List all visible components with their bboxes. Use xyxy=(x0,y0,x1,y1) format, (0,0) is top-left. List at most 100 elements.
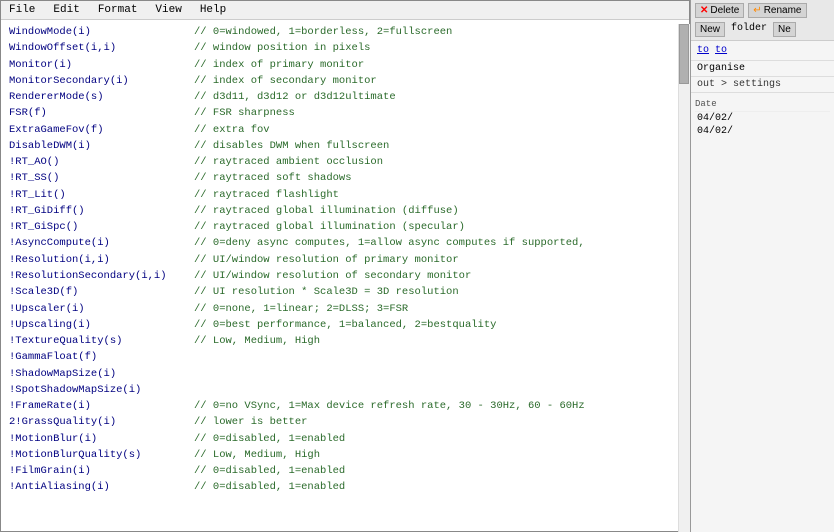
code-line: Monitor(i)// index of primary monitor xyxy=(9,57,681,73)
desktop: File Edit Format View Help WindowMode(i)… xyxy=(0,0,834,532)
menu-file[interactable]: File xyxy=(5,3,39,17)
file-panel-content[interactable]: Date 04/02/ 04/02/ xyxy=(691,93,834,532)
code-key: DisableDWM(i) xyxy=(9,138,194,154)
code-key: !Upscaling(i) xyxy=(9,317,194,333)
organise-row: Organise xyxy=(691,61,834,77)
code-comment: // raytraced soft shadows xyxy=(194,170,352,186)
code-comment: // 0=windowed, 1=borderless, 2=fullscree… xyxy=(194,24,452,40)
code-key: WindowMode(i) xyxy=(9,24,194,40)
code-comment: // 0=disabled, 1=enabled xyxy=(194,431,345,447)
date-label: Date xyxy=(695,99,717,109)
code-comment: // raytraced ambient occlusion xyxy=(194,154,383,170)
code-line: !ShadowMapSize(i) xyxy=(9,366,681,382)
scrollbar-track[interactable] xyxy=(678,24,690,532)
code-line: !TextureQuality(s)// Low, Medium, High xyxy=(9,333,681,349)
file-panel-toolbar: ✕ Delete ↵ Rename New folder Ne xyxy=(691,0,834,41)
code-comment: // UI/window resolution of primary monit… xyxy=(194,252,459,268)
code-comment: // 0=disabled, 1=enabled xyxy=(194,463,345,479)
code-comment: // index of primary monitor xyxy=(194,57,364,73)
code-key: !SpotShadowMapSize(i) xyxy=(9,382,194,398)
code-comment: // UI/window resolution of secondary mon… xyxy=(194,268,471,284)
code-line: ExtraGameFov(f)// extra fov xyxy=(9,122,681,138)
code-line: !MotionBlur(i)// 0=disabled, 1=enabled xyxy=(9,431,681,447)
code-comment: // index of secondary monitor xyxy=(194,73,377,89)
x-icon: ✕ xyxy=(700,5,708,16)
code-key: 2!GrassQuality(i) xyxy=(9,414,194,430)
date-header-1: Date xyxy=(695,97,830,112)
content-area[interactable]: WindowMode(i)// 0=windowed, 1=borderless… xyxy=(1,20,689,526)
menu-view[interactable]: View xyxy=(151,3,185,17)
code-key: !Resolution(i,i) xyxy=(9,252,194,268)
rename-button[interactable]: ↵ Rename xyxy=(748,3,806,18)
code-key: !RT_GiSpc() xyxy=(9,219,194,235)
code-key: Monitor(i) xyxy=(9,57,194,73)
code-line: MonitorSecondary(i)// index of secondary… xyxy=(9,73,681,89)
code-line: !RT_Lit()// raytraced flashlight xyxy=(9,187,681,203)
code-comment: // 0=no VSync, 1=Max device refresh rate… xyxy=(194,398,585,414)
code-line: !GammaFloat(f) xyxy=(9,349,681,365)
menu-format[interactable]: Format xyxy=(94,3,142,17)
code-line: !Upscaler(i)// 0=none, 1=linear; 2=DLSS;… xyxy=(9,301,681,317)
path-row: out > settings xyxy=(691,77,834,93)
code-line: 2!GrassQuality(i)// lower is better xyxy=(9,414,681,430)
code-key: !RT_AO() xyxy=(9,154,194,170)
code-line: DisableDWM(i)// disables DWM when fullsc… xyxy=(9,138,681,154)
code-comment: // extra fov xyxy=(194,122,270,138)
new-button[interactable]: New xyxy=(695,22,725,37)
code-comment: // 0=disabled, 1=enabled xyxy=(194,479,345,495)
menu-help[interactable]: Help xyxy=(196,3,230,17)
code-key: !FrameRate(i) xyxy=(9,398,194,414)
code-comment: // raytraced flashlight xyxy=(194,187,339,203)
code-line: !RT_GiDiff()// raytraced global illumina… xyxy=(9,203,681,219)
code-key: RendererMode(s) xyxy=(9,89,194,105)
menu-edit[interactable]: Edit xyxy=(49,3,83,17)
scrollbar-thumb[interactable] xyxy=(679,24,689,84)
file-panel-nav: to to xyxy=(691,41,834,61)
menu-bar: File Edit Format View Help xyxy=(1,1,689,20)
code-comment: // Low, Medium, High xyxy=(194,447,320,463)
code-key: WindowOffset(i,i) xyxy=(9,40,194,56)
file-item-1[interactable]: 04/02/ xyxy=(695,112,830,125)
code-key: MonitorSecondary(i) xyxy=(9,73,194,89)
path-label: out > settings xyxy=(697,79,781,90)
code-comment: // d3d11, d3d12 or d3d12ultimate xyxy=(194,89,396,105)
delete-button[interactable]: ✕ Delete xyxy=(695,3,744,18)
code-key: !AntiAliasing(i) xyxy=(9,479,194,495)
file-panel: ✕ Delete ↵ Rename New folder Ne to to Or… xyxy=(690,0,834,532)
organise-label: Organise xyxy=(697,63,745,74)
file-item-2[interactable]: 04/02/ xyxy=(695,125,830,138)
code-comment: // FSR sharpness xyxy=(194,105,295,121)
code-line: !Upscaling(i)// 0=best performance, 1=ba… xyxy=(9,317,681,333)
code-line: !SpotShadowMapSize(i) xyxy=(9,382,681,398)
code-key: !AsyncCompute(i) xyxy=(9,235,194,251)
code-key: FSR(f) xyxy=(9,105,194,121)
code-line: !RT_GiSpc()// raytraced global illuminat… xyxy=(9,219,681,235)
code-line: WindowOffset(i,i)// window position in p… xyxy=(9,40,681,56)
file-date-2: 04/02/ xyxy=(697,126,733,137)
code-line: FSR(f)// FSR sharpness xyxy=(9,105,681,121)
nav-to-link-2[interactable]: to xyxy=(715,45,727,56)
new-label: New xyxy=(700,24,720,35)
code-line: !AntiAliasing(i)// 0=disabled, 1=enabled xyxy=(9,479,681,495)
code-key: !MotionBlurQuality(s) xyxy=(9,447,194,463)
code-comment: // raytraced global illumination (diffus… xyxy=(194,203,459,219)
code-key: !RT_Lit() xyxy=(9,187,194,203)
rename-label: Rename xyxy=(764,5,802,16)
code-comment: // raytraced global illumination (specul… xyxy=(194,219,465,235)
code-line: WindowMode(i)// 0=windowed, 1=borderless… xyxy=(9,24,681,40)
code-comment: // 0=none, 1=linear; 2=DLSS; 3=FSR xyxy=(194,301,408,317)
nav-to-link-1[interactable]: to xyxy=(697,45,709,56)
code-comment: // UI resolution * Scale3D = 3D resoluti… xyxy=(194,284,459,300)
code-key: !Upscaler(i) xyxy=(9,301,194,317)
code-comment: // disables DWM when fullscreen xyxy=(194,138,389,154)
ne-button[interactable]: Ne xyxy=(773,22,796,37)
code-key: !RT_SS() xyxy=(9,170,194,186)
code-key: !GammaFloat(f) xyxy=(9,349,194,365)
code-line: !AsyncCompute(i)// 0=deny async computes… xyxy=(9,235,681,251)
file-date-1: 04/02/ xyxy=(697,113,733,124)
code-line: !Scale3D(f)// UI resolution * Scale3D = … xyxy=(9,284,681,300)
code-comment: // lower is better xyxy=(194,414,307,430)
code-comment: // 0=best performance, 1=balanced, 2=bes… xyxy=(194,317,496,333)
code-line: !FilmGrain(i)// 0=disabled, 1=enabled xyxy=(9,463,681,479)
code-comment: // Low, Medium, High xyxy=(194,333,320,349)
